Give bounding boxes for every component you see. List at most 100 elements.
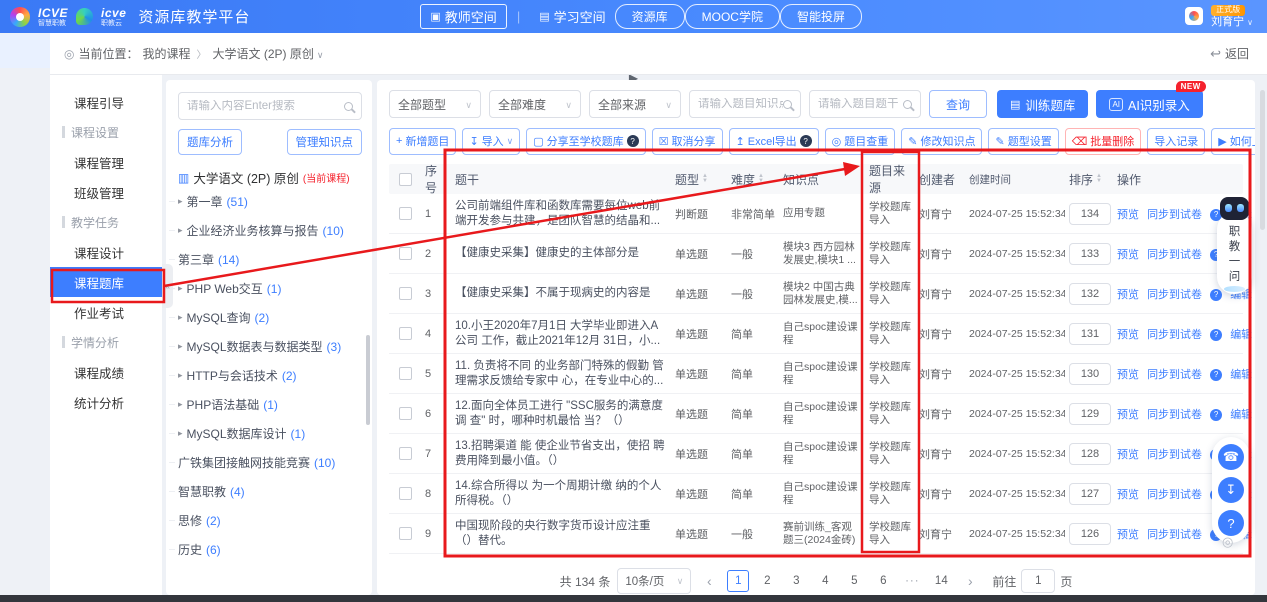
- tree-node[interactable]: HTTP与会话技术 (2): [178, 361, 362, 390]
- toolbar-button[interactable]: ↥ Excel导出: [729, 128, 819, 155]
- manage-knowledge-button[interactable]: 管理知识点: [287, 129, 363, 155]
- page-number-button[interactable]: 5: [843, 570, 865, 592]
- sort-order-input[interactable]: 131: [1069, 323, 1111, 345]
- tree-scrollbar[interactable]: [366, 335, 370, 425]
- toolbar-button[interactable]: ☒ 取消分享: [652, 128, 723, 155]
- sort-icon[interactable]: [702, 174, 708, 184]
- toolbar-button[interactable]: ↧ 导入 ∨: [462, 128, 520, 155]
- tab-learning-space[interactable]: ▤学习空间: [530, 5, 614, 28]
- row-checkbox[interactable]: [399, 287, 412, 300]
- filter-input[interactable]: [689, 90, 801, 118]
- page-number-button[interactable]: ···: [901, 570, 923, 592]
- sidebar-item-course-grades[interactable]: 课程成绩: [50, 357, 162, 387]
- edit-link[interactable]: 编辑: [1230, 329, 1252, 341]
- sidebar-item-course-design[interactable]: 课程设计: [50, 237, 162, 267]
- sort-order-input[interactable]: 129: [1069, 403, 1111, 425]
- tree-node[interactable]: 第一章 (51): [178, 187, 362, 216]
- tree-node[interactable]: 思修 (2): [178, 506, 362, 535]
- expand-arrow-icon[interactable]: [178, 341, 183, 352]
- tree-node[interactable]: MySQL数据表与数据类型 (3): [178, 332, 362, 361]
- sort-order-input[interactable]: 133: [1069, 243, 1111, 265]
- user-avatar[interactable]: [1185, 7, 1203, 25]
- help-icon[interactable]: [1210, 409, 1222, 421]
- sidebar-item-statistics[interactable]: 统计分析: [50, 387, 162, 417]
- expand-arrow-icon[interactable]: [178, 428, 183, 439]
- edit-link[interactable]: 编辑: [1230, 409, 1252, 421]
- toolbar-button[interactable]: + 新增题目: [389, 128, 456, 155]
- prev-page-button[interactable]: [698, 570, 720, 592]
- preview-link[interactable]: 预览: [1117, 289, 1139, 301]
- page-size-select[interactable]: 10条/页: [617, 568, 691, 594]
- preview-link[interactable]: 预览: [1117, 449, 1139, 461]
- sort-icon[interactable]: [1096, 174, 1102, 184]
- select-all-checkbox[interactable]: [399, 173, 412, 186]
- header-pill-button[interactable]: 资源库: [615, 4, 685, 29]
- help-icon[interactable]: [1210, 369, 1222, 381]
- help-icon[interactable]: [627, 135, 639, 147]
- filter-input[interactable]: [809, 90, 921, 118]
- sidebar-item-course-guide[interactable]: 课程引导: [50, 87, 162, 117]
- preview-link[interactable]: 预览: [1117, 209, 1139, 221]
- row-checkbox[interactable]: [399, 527, 412, 540]
- toolbar-button[interactable]: ▢ 分享至学校题库: [526, 128, 645, 155]
- sync-to-paper-link[interactable]: 同步到试卷: [1147, 409, 1202, 421]
- row-checkbox[interactable]: [399, 407, 412, 420]
- filter-input-field[interactable]: [698, 98, 783, 110]
- toolbar-button[interactable]: 导入记录: [1147, 128, 1205, 155]
- tab-teacher-space[interactable]: ▣教师空间: [420, 4, 506, 29]
- breadcrumb-parent[interactable]: 我的课程: [143, 45, 191, 62]
- preview-link[interactable]: 预览: [1117, 409, 1139, 421]
- preview-link[interactable]: 预览: [1117, 489, 1139, 501]
- tree-node[interactable]: PHP语法基础 (1): [178, 390, 362, 419]
- page-number-button[interactable]: 3: [785, 570, 807, 592]
- filter-input-field[interactable]: [818, 98, 903, 110]
- preview-link[interactable]: 预览: [1117, 369, 1139, 381]
- row-checkbox[interactable]: [399, 207, 412, 220]
- sidebar-item-course-management[interactable]: 课程管理: [50, 147, 162, 177]
- collapse-float-icon[interactable]: ◎: [1222, 534, 1233, 550]
- tree-node[interactable]: PHP Web交互 (1): [178, 274, 362, 303]
- help-icon[interactable]: [1210, 329, 1222, 341]
- tree-root-course[interactable]: ▥ 大学语文 (2P) 原创 (当前课程): [178, 168, 362, 187]
- page-number-button[interactable]: 6: [872, 570, 894, 592]
- sort-order-input[interactable]: 132: [1069, 283, 1111, 305]
- preview-link[interactable]: 预览: [1117, 529, 1139, 541]
- edit-link[interactable]: 编辑: [1230, 369, 1252, 381]
- sidebar-item-homework-exam[interactable]: 作业考试: [50, 297, 162, 327]
- expand-arrow-icon[interactable]: [178, 312, 183, 323]
- expand-arrow-icon[interactable]: [178, 225, 183, 236]
- page-number-button[interactable]: 14: [930, 570, 952, 592]
- toolbar-button[interactable]: ✎ 修改知识点: [901, 128, 982, 155]
- page-scrollbar[interactable]: [1260, 90, 1265, 230]
- header-pill-button[interactable]: 智能投屏: [780, 4, 862, 29]
- sort-order-input[interactable]: 127: [1069, 483, 1111, 505]
- expand-arrow-icon[interactable]: [178, 283, 183, 294]
- next-page-button[interactable]: [959, 570, 981, 592]
- sync-to-paper-link[interactable]: 同步到试卷: [1147, 289, 1202, 301]
- header-pill-button[interactable]: MOOC学院: [685, 4, 780, 29]
- sort-order-input[interactable]: 130: [1069, 363, 1111, 385]
- training-bank-button[interactable]: ▤ 训练题库: [997, 90, 1088, 118]
- sidebar-item-class-management[interactable]: 班级管理: [50, 177, 162, 207]
- toolbar-button[interactable]: ▶ 如何上传题库?: [1211, 128, 1255, 155]
- expand-arrow-icon[interactable]: [178, 370, 183, 381]
- query-button[interactable]: 查询: [929, 90, 987, 118]
- filter-select[interactable]: 全部难度: [489, 90, 581, 118]
- page-number-button[interactable]: 2: [756, 570, 778, 592]
- row-checkbox[interactable]: [399, 247, 412, 260]
- sync-to-paper-link[interactable]: 同步到试卷: [1147, 369, 1202, 381]
- row-checkbox[interactable]: [399, 367, 412, 380]
- ai-recognition-button[interactable]: AI AI识别录入 NEW: [1096, 90, 1202, 118]
- goto-page-input[interactable]: 1: [1021, 569, 1055, 593]
- toolbar-button[interactable]: ✎ 题型设置: [988, 128, 1058, 155]
- sidebar-item-course-question-bank[interactable]: 课程题库: [50, 267, 162, 297]
- float-tool-button[interactable]: ☎: [1218, 444, 1244, 470]
- back-button[interactable]: ↩返回: [1210, 45, 1249, 62]
- tree-node[interactable]: MySQL数据库设计 (1): [178, 419, 362, 448]
- breadcrumb-current[interactable]: 大学语文 (2P) 原创: [213, 45, 324, 62]
- page-number-button[interactable]: 1: [727, 570, 749, 592]
- sort-order-input[interactable]: 126: [1069, 523, 1111, 545]
- help-icon[interactable]: [1210, 289, 1222, 301]
- page-number-button[interactable]: 4: [814, 570, 836, 592]
- sync-to-paper-link[interactable]: 同步到试卷: [1147, 449, 1202, 461]
